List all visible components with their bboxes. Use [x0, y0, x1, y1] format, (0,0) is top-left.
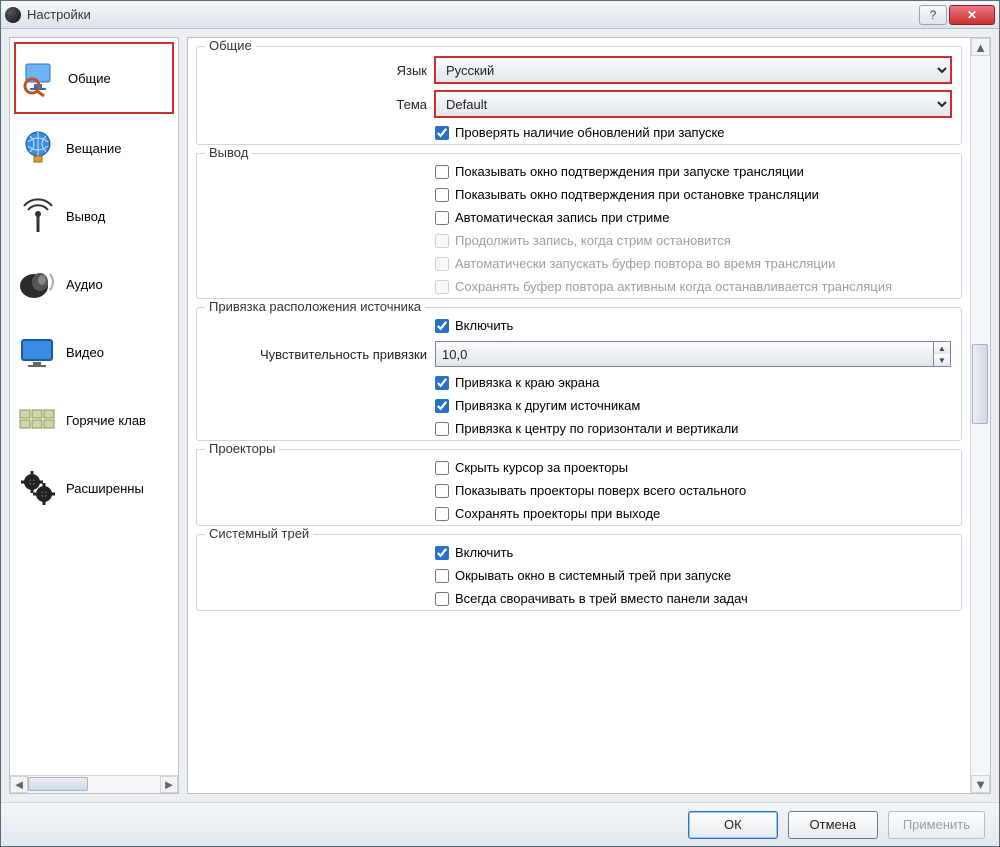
group-projectors: Проекторы Скрыть курсор за проекторы Пок…: [196, 449, 962, 526]
language-label: Язык: [207, 63, 427, 78]
snapping-enable-checkbox[interactable]: Включить: [435, 318, 951, 333]
chevron-up-icon[interactable]: ▲: [934, 342, 950, 354]
apply-button[interactable]: Применить: [888, 811, 985, 839]
sidebar-item-label: Расширенны: [66, 481, 144, 496]
keyboard-icon: [18, 400, 58, 440]
check-updates-checkbox[interactable]: Проверять наличие обновлений при запуске: [435, 125, 951, 140]
save-projectors-checkbox[interactable]: Сохранять проекторы при выходе: [435, 506, 951, 521]
confirm-stop-checkbox[interactable]: Показывать окно подтверждения при остано…: [435, 187, 951, 202]
titlebar: Настройки ? ✕: [1, 1, 999, 29]
snap-edge-checkbox[interactable]: Привязка к краю экрана: [435, 375, 951, 390]
sidebar-item-label: Вещание: [66, 141, 122, 156]
monitor-icon: [18, 332, 58, 372]
auto-replay-checkbox: Автоматически запускать буфер повтора во…: [435, 256, 951, 271]
antenna-icon: [18, 196, 58, 236]
hide-cursor-checkbox[interactable]: Скрыть курсор за проекторы: [435, 460, 951, 475]
cancel-button[interactable]: Отмена: [788, 811, 878, 839]
ok-button[interactable]: ОК: [688, 811, 778, 839]
window-title: Настройки: [27, 7, 91, 22]
speaker-icon: [18, 264, 58, 304]
group-title: Привязка расположения источника: [205, 299, 425, 314]
scroll-thumb[interactable]: [972, 344, 988, 424]
sensitivity-label: Чувствительность привязки: [207, 347, 427, 362]
group-general: Общие Язык Русский Тема Def: [196, 46, 962, 145]
language-select[interactable]: Русский: [435, 57, 951, 83]
minimize-to-tray-checkbox[interactable]: Всегда сворачивать в трей вместо панели …: [435, 591, 951, 606]
always-top-checkbox[interactable]: Показывать проекторы поверх всего осталь…: [435, 483, 951, 498]
sidebar-item-label: Видео: [66, 345, 104, 360]
sidebar-item-label: Вывод: [66, 209, 105, 224]
scroll-thumb[interactable]: [28, 777, 88, 791]
sidebar-item-general[interactable]: Общие: [14, 42, 174, 114]
gears-icon: [18, 468, 58, 508]
group-title: Вывод: [205, 145, 252, 160]
settings-sidebar: Общие Вещание Вывод: [9, 37, 179, 794]
dialog-footer: ОК Отмена Применить: [1, 802, 999, 846]
sidebar-item-label: Аудио: [66, 277, 103, 292]
auto-record-checkbox[interactable]: Автоматическая запись при стриме: [435, 210, 951, 225]
sidebar-item-output[interactable]: Вывод: [14, 182, 174, 250]
sidebar-item-label: Общие: [68, 71, 111, 86]
sidebar-item-audio[interactable]: Аудио: [14, 250, 174, 318]
sidebar-item-label: Горячие клав: [66, 413, 146, 428]
group-title: Общие: [205, 38, 256, 53]
confirm-start-checkbox[interactable]: Показывать окно подтверждения при запуск…: [435, 164, 951, 179]
close-button[interactable]: ✕: [949, 5, 995, 25]
sidebar-item-hotkeys[interactable]: Горячие клав: [14, 386, 174, 454]
group-tray: Системный трей Включить Окрывать окно в …: [196, 534, 962, 611]
snap-sources-checkbox[interactable]: Привязка к другим источникам: [435, 398, 951, 413]
group-snapping: Привязка расположения источника Включить…: [196, 307, 962, 441]
globe-icon: [18, 128, 58, 168]
sidebar-item-stream[interactable]: Вещание: [14, 114, 174, 182]
theme-label: Тема: [207, 97, 427, 112]
hide-to-tray-checkbox[interactable]: Окрывать окно в системный трей при запус…: [435, 568, 951, 583]
sensitivity-input[interactable]: [435, 341, 934, 367]
keep-replay-checkbox: Сохранять буфер повтора активным когда о…: [435, 279, 951, 294]
scroll-right-icon[interactable]: ►: [160, 776, 178, 793]
continue-record-checkbox: Продолжить запись, когда стрим остановит…: [435, 233, 951, 248]
monitor-search-icon: [20, 58, 60, 98]
group-output: Вывод Показывать окно подтверждения при …: [196, 153, 962, 299]
sidebar-item-advanced[interactable]: Расширенны: [14, 454, 174, 522]
theme-select[interactable]: Default: [435, 91, 951, 117]
group-title: Проекторы: [205, 441, 279, 456]
group-title: Системный трей: [205, 526, 313, 541]
scroll-left-icon[interactable]: ◄: [10, 776, 28, 793]
help-button[interactable]: ?: [919, 5, 947, 25]
chevron-down-icon[interactable]: ▼: [934, 354, 950, 366]
scroll-down-icon[interactable]: ▼: [971, 775, 990, 793]
tray-enable-checkbox[interactable]: Включить: [435, 545, 951, 560]
snap-center-checkbox[interactable]: Привязка к центру по горизонтали и верти…: [435, 421, 951, 436]
content-vertical-scrollbar[interactable]: ▲ ▼: [970, 38, 990, 793]
sensitivity-stepper[interactable]: ▲▼: [934, 341, 951, 367]
app-icon: [5, 7, 21, 23]
scroll-up-icon[interactable]: ▲: [971, 38, 990, 56]
sidebar-item-video[interactable]: Видео: [14, 318, 174, 386]
sidebar-horizontal-scrollbar[interactable]: ◄ ►: [10, 775, 178, 793]
